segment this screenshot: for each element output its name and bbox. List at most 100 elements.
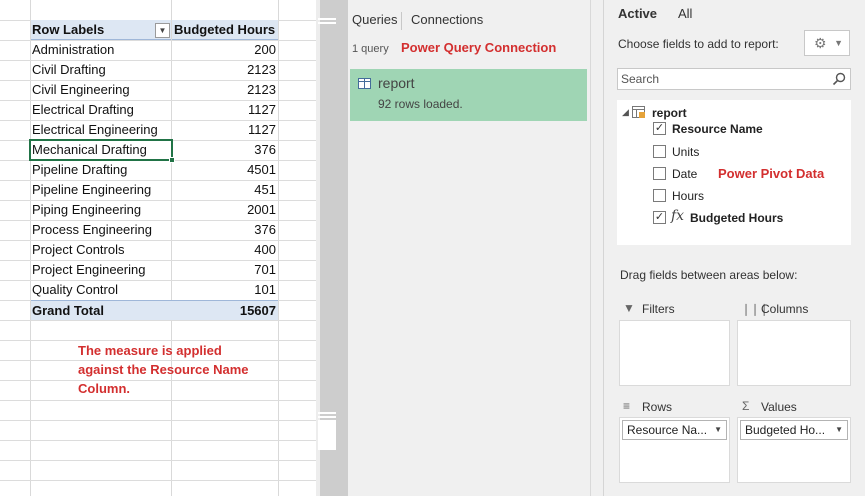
checkbox-units[interactable] (653, 145, 666, 158)
pivot-row[interactable]: Pipeline Drafting 4501 (31, 160, 278, 180)
filter-icon: ▼ (623, 301, 635, 315)
chevron-down-icon[interactable]: ▼ (714, 421, 722, 439)
grid-line (0, 420, 316, 421)
pivot-row[interactable]: Process Engineering 376 (31, 220, 278, 240)
pivot-row-value: 1127 (248, 122, 276, 137)
field-resource-name[interactable]: Resource Name (672, 122, 763, 136)
values-drop-area[interactable]: Budgeted Ho... ▼ (737, 417, 851, 483)
field-list-settings-button[interactable]: ⚙ ▼ (804, 30, 850, 56)
pivot-row-label: Pipeline Drafting (32, 162, 128, 177)
tab-all[interactable]: All (678, 6, 692, 21)
pane-splitter[interactable] (590, 0, 603, 496)
pivot-row-value: 2123 (247, 62, 276, 77)
table-name-report[interactable]: report (652, 106, 687, 120)
pivot-row[interactable]: Administration 200 (31, 40, 278, 60)
query-count: 1 query (352, 43, 389, 55)
fill-handle[interactable] (169, 157, 175, 163)
pivot-row-label: Administration (32, 42, 115, 57)
checkbox-hours[interactable] (653, 189, 666, 202)
active-cell-selection (29, 139, 173, 161)
pivot-header-row-labels[interactable]: Row Labels (31, 20, 171, 40)
field-units[interactable]: Units (672, 145, 699, 159)
pivot-row-value: 1127 (248, 102, 276, 117)
row-labels-filter-dropdown[interactable]: ▼ (155, 23, 170, 38)
tab-queries[interactable]: Queries (352, 12, 398, 27)
table-icon (632, 106, 645, 118)
pivot-row-value: 2001 (247, 202, 276, 217)
search-icon[interactable] (832, 72, 846, 86)
pivot-row-label: Electrical Drafting (32, 102, 134, 117)
pivot-row[interactable]: Quality Control 101 (31, 280, 278, 300)
pivot-header-row-labels-text: Row Labels (32, 22, 105, 37)
rows-field-chip[interactable]: Resource Na... ▼ (622, 420, 727, 440)
rows-chip-label: Resource Na... (627, 423, 708, 437)
pivot-row-value: 4501 (247, 162, 276, 177)
measure-annotation-note: The measure is applied against the Resou… (78, 343, 249, 396)
pivot-row[interactable]: Piping Engineering 2001 (31, 200, 278, 220)
field-tree: ◢ report ✓ Resource Name Units Date Hour… (617, 100, 851, 245)
field-date[interactable]: Date (672, 167, 697, 181)
spreadsheet-grid[interactable]: Row Labels ▼ Budgeted Hours Administrati… (0, 0, 316, 496)
pivot-row[interactable]: Civil Engineering 2123 (31, 80, 278, 100)
pivot-row-label: Electrical Engineering (32, 122, 158, 137)
pivot-row-value: 400 (254, 242, 276, 257)
pivot-row-value: 101 (254, 282, 276, 297)
gear-icon: ⚙ (814, 35, 827, 51)
pivot-row-value: 701 (254, 262, 276, 277)
collapse-icon[interactable]: ◢ (622, 107, 629, 118)
pivot-grand-total-row[interactable]: Grand Total 15607 (31, 300, 278, 320)
choose-fields-label: Choose fields to add to report: (618, 37, 779, 51)
scrollbar-thumb[interactable] (318, 420, 336, 450)
pivot-header-value-text: Budgeted Hours (174, 22, 276, 37)
pivot-row-label: Project Engineering (32, 262, 146, 277)
pivot-row[interactable]: Civil Drafting 2123 (31, 60, 278, 80)
grid-line (0, 460, 316, 461)
pivot-field-list-pane: Active All Choose fields to add to repor… (603, 0, 865, 496)
pivot-row[interactable]: Pipeline Engineering 451 (31, 180, 278, 200)
checkbox-budgeted-hours[interactable]: ✓ (653, 211, 666, 224)
power-pivot-annotation: Power Pivot Data (718, 166, 825, 181)
tab-connections[interactable]: Connections (411, 12, 483, 27)
tab-active[interactable]: Active (618, 6, 657, 21)
checkbox-date[interactable] (653, 167, 666, 180)
pivot-row-label: Civil Drafting (32, 62, 106, 77)
field-budgeted-hours[interactable]: Budgeted Hours (690, 211, 783, 225)
grid-line (278, 0, 279, 496)
search-placeholder: Search (621, 72, 660, 86)
columns-drop-area[interactable] (737, 320, 851, 386)
pivot-header-budgeted-hours[interactable]: Budgeted Hours (172, 20, 278, 40)
filters-drop-area[interactable] (619, 320, 730, 386)
query-name: report (378, 75, 415, 91)
pivot-row-label: Pipeline Engineering (32, 182, 152, 197)
pivot-row-value: 376 (254, 142, 276, 157)
pivot-row-value: 2123 (247, 82, 276, 97)
pivot-row-label: Process Engineering (32, 222, 152, 237)
divider-grip[interactable] (318, 412, 336, 414)
tab-separator (401, 12, 402, 30)
power-query-annotation: Power Query Connection (401, 40, 557, 55)
pivot-row[interactable]: Electrical Engineering 1127 (31, 120, 278, 140)
pivot-row-value: 451 (254, 182, 276, 197)
field-hours[interactable]: Hours (672, 189, 704, 203)
grand-total-value: 15607 (239, 303, 276, 318)
columns-area-label: Columns (761, 302, 809, 316)
pivot-row-label: Piping Engineering (32, 202, 142, 217)
query-item-report[interactable]: report 92 rows loaded. (350, 69, 587, 121)
grid-line (0, 400, 316, 401)
pivot-row[interactable]: Project Engineering 701 (31, 260, 278, 280)
pivot-row[interactable]: Project Controls 400 (31, 240, 278, 260)
chevron-down-icon[interactable]: ▼ (835, 421, 843, 439)
table-icon (358, 78, 371, 89)
pivot-row[interactable]: Electrical Drafting 1127 (31, 100, 278, 120)
queries-connections-pane: Queries Connections 1 query Power Query … (348, 0, 590, 496)
values-area-label: Values (761, 400, 797, 414)
pane-divider[interactable] (316, 0, 348, 496)
query-status: 92 rows loaded. (378, 97, 463, 111)
field-search-input[interactable]: Search (617, 68, 851, 90)
divider-grip[interactable] (318, 18, 336, 20)
checkbox-resource-name[interactable]: ✓ (653, 122, 666, 135)
filters-area-label: Filters (642, 302, 675, 316)
values-field-chip[interactable]: Budgeted Ho... ▼ (740, 420, 848, 440)
pivot-row-value: 376 (254, 222, 276, 237)
rows-drop-area[interactable]: Resource Na... ▼ (619, 417, 730, 483)
